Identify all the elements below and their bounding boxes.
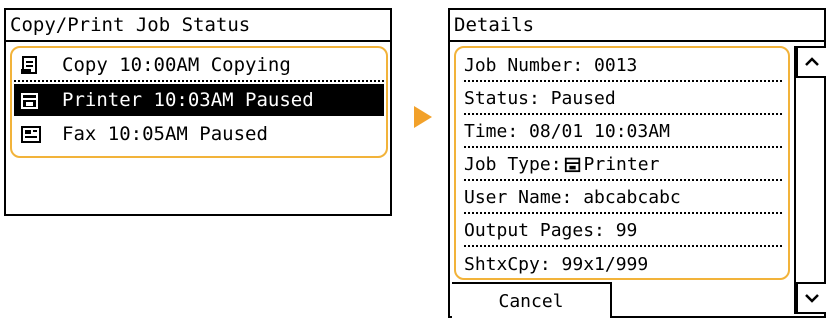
detail-job-type-label: Job Type: — [464, 153, 562, 175]
job-label: Fax 10:05AM Paused — [62, 123, 268, 145]
chevron-up-icon — [804, 56, 820, 68]
detail-job-number: Job Number: 0013 — [464, 50, 782, 82]
cancel-button[interactable]: Cancel — [452, 282, 612, 318]
job-row-fax[interactable]: Fax 10:05AM Paused — [14, 118, 384, 150]
printer-job-icon — [20, 90, 42, 110]
job-row-printer[interactable]: Printer 10:03AM Paused — [14, 84, 384, 116]
detail-status: Status: Paused — [464, 83, 782, 115]
printer-job-icon — [564, 155, 582, 173]
title-divider — [6, 40, 390, 42]
fax-job-icon — [20, 124, 42, 144]
copy-job-icon — [20, 55, 42, 75]
detail-job-type-value: Printer — [583, 153, 660, 175]
detail-sheets-copies: ShtxCpy: 99x1/999 — [464, 253, 649, 275]
detail-user-name: User Name: abcabcabc — [464, 182, 782, 214]
right-arrow-icon — [412, 104, 434, 134]
detail-time: Time: 08/01 10:03AM — [464, 116, 782, 148]
scrollbar[interactable] — [794, 46, 826, 314]
job-label: Copy 10:00AM Copying — [62, 54, 291, 76]
chevron-down-icon — [804, 292, 820, 304]
job-list: Copy 10:00AM Copying Printer 10:03AM Pau… — [10, 46, 388, 158]
details-list: Job Number: 0013 Status: Paused Time: 08… — [454, 46, 790, 280]
job-row-copy[interactable]: Copy 10:00AM Copying — [14, 50, 384, 82]
scroll-down-button[interactable] — [796, 282, 826, 314]
job-status-panel: Copy/Print Job Status Copy 10:00AM Copyi… — [4, 8, 392, 216]
details-panel: Details Job Number: 0013 Status: Paused … — [448, 8, 826, 318]
detail-job-type: Job Type: Printer — [464, 149, 782, 181]
detail-output-pages: Output Pages: 99 — [464, 215, 782, 247]
page-title: Copy/Print Job Status — [10, 14, 251, 36]
scroll-up-button[interactable] — [796, 46, 826, 78]
job-label: Printer 10:03AM Paused — [62, 89, 314, 111]
page-title: Details — [454, 14, 535, 36]
title-divider — [450, 40, 824, 42]
